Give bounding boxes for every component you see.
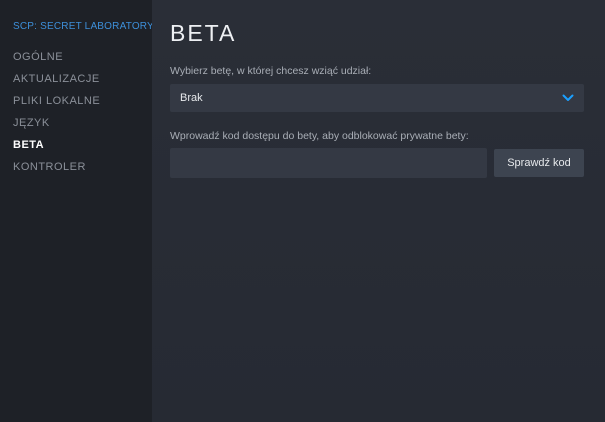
sidebar-nav: OGÓLNE AKTUALIZACJE PLIKI LOKALNE JĘZYK … bbox=[13, 46, 152, 178]
beta-select-label: Wybierz betę, w której chcesz wziąć udzi… bbox=[170, 65, 372, 77]
settings-window: SCP: SECRET LABORATORY OGÓLNE AKTUALIZAC… bbox=[0, 0, 605, 422]
page-title: BETA bbox=[170, 20, 237, 46]
access-code-label: Wprowadź kod dostępu do bety, aby odblok… bbox=[170, 130, 469, 142]
access-code-input[interactable] bbox=[170, 148, 487, 178]
sidebar: SCP: SECRET LABORATORY OGÓLNE AKTUALIZAC… bbox=[0, 0, 154, 422]
sidebar-item-general[interactable]: OGÓLNE bbox=[13, 46, 152, 68]
beta-select-dropdown[interactable]: Brak bbox=[170, 84, 584, 112]
main-panel: BETA Wybierz betę, w której chcesz wziąć… bbox=[152, 0, 605, 422]
sidebar-item-local-files[interactable]: PLIKI LOKALNE bbox=[13, 90, 152, 112]
app-title: SCP: SECRET LABORATORY bbox=[13, 21, 154, 32]
check-code-button[interactable]: Sprawdź kod bbox=[494, 149, 584, 177]
sidebar-item-updates[interactable]: AKTUALIZACJE bbox=[13, 68, 152, 90]
sidebar-item-beta[interactable]: BETA bbox=[13, 134, 152, 156]
beta-select-value: Brak bbox=[180, 92, 203, 104]
sidebar-item-language[interactable]: JĘZYK bbox=[13, 112, 152, 134]
sidebar-item-controller[interactable]: KONTROLER bbox=[13, 156, 152, 178]
chevron-down-icon bbox=[562, 94, 574, 102]
